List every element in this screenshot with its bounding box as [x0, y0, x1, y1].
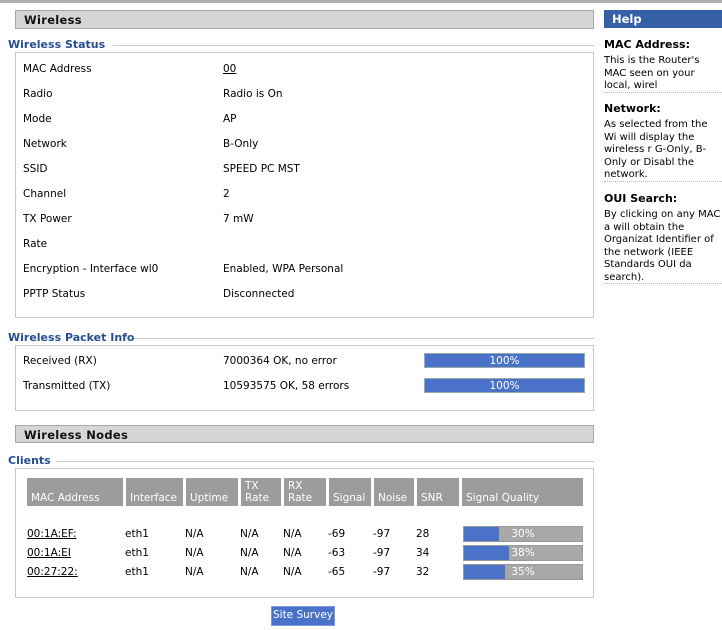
mac-address-link[interactable]: 00	[223, 63, 236, 75]
column-header: MAC Address	[27, 478, 123, 506]
packet-progress-bar: 100%	[424, 378, 585, 393]
client-tx: N/A	[240, 566, 259, 578]
client-mac-link[interactable]: 00:1A:EI	[27, 547, 71, 559]
client-rx: N/A	[283, 528, 302, 540]
client-signal: -69	[328, 528, 346, 540]
client-tx: N/A	[240, 547, 259, 559]
client-iface: eth1	[125, 566, 149, 578]
column-header: Interface	[126, 478, 183, 506]
wireless-status-title: Wireless Status	[8, 38, 106, 51]
help-section: MAC Address: This is the Router's MAC see…	[604, 38, 722, 93]
status-label: SSID	[23, 163, 48, 175]
status-value: 2	[223, 188, 230, 200]
client-noise: -97	[373, 547, 391, 559]
help-title: Network:	[604, 102, 661, 115]
signal-quality-bar: 30%	[463, 526, 583, 542]
client-noise: -97	[373, 566, 391, 578]
client-iface: eth1	[125, 528, 149, 540]
clients-title: Clients	[8, 454, 51, 467]
signal-quality-label: 35%	[511, 566, 535, 578]
status-label: Mode	[23, 113, 52, 125]
column-header: Signal Quality	[462, 478, 583, 506]
signal-quality-label: 38%	[511, 547, 535, 559]
packet-info-title: Wireless Packet Info	[8, 331, 135, 344]
client-iface: eth1	[125, 547, 149, 559]
status-value: B-Only	[223, 138, 259, 150]
help-section: OUI Search: By clicking on any MAC a will…	[604, 192, 722, 284]
help-divider	[604, 181, 722, 182]
site-survey-button[interactable]: Site Survey	[271, 606, 335, 626]
client-tx: N/A	[240, 528, 259, 540]
client-uptime: N/A	[185, 528, 204, 540]
client-snr: 34	[416, 547, 430, 559]
divider	[134, 338, 594, 339]
divider	[113, 45, 594, 46]
packet-value: 10593575 OK, 58 errors	[223, 380, 350, 392]
status-value: Enabled, WPA Personal	[223, 263, 344, 275]
status-label: PPTP Status	[23, 288, 86, 300]
client-uptime: N/A	[185, 566, 204, 578]
divider	[56, 461, 594, 462]
column-header: Signal	[329, 478, 371, 506]
column-header: Uptime	[186, 478, 238, 506]
status-label: Network	[23, 138, 67, 150]
client-snr: 28	[416, 528, 430, 540]
help-divider	[604, 92, 722, 93]
wireless-nodes-header: Wireless Nodes	[15, 425, 594, 443]
help-divider	[604, 283, 722, 284]
signal-quality-bar: 38%	[463, 545, 583, 561]
status-value: 7 mW	[223, 213, 254, 225]
client-noise: -97	[373, 528, 391, 540]
client-mac-link[interactable]: 00:1A:EF:	[27, 528, 77, 540]
help-header: Help	[604, 10, 722, 28]
client-mac-link[interactable]: 00:27:22:	[27, 566, 78, 578]
help-title: MAC Address:	[604, 38, 691, 51]
status-label: Radio	[23, 88, 53, 100]
signal-quality-bar: 35%	[463, 564, 583, 580]
status-value: AP	[223, 113, 237, 125]
wireless-header: Wireless	[15, 10, 594, 29]
status-label: TX Power	[23, 213, 72, 225]
help-section: Network: As selected from the Wi will dis…	[604, 102, 722, 182]
column-header: TX Rate	[241, 478, 281, 506]
help-text: By clicking on any MAC a will obtain the…	[604, 209, 721, 283]
packet-value: 7000364 OK, no error	[223, 355, 337, 367]
status-value: Disconnected	[223, 288, 295, 300]
client-snr: 32	[416, 566, 430, 578]
packet-progress-bar: 100%	[424, 353, 585, 368]
client-rx: N/A	[283, 566, 302, 578]
help-title: OUI Search:	[604, 192, 678, 205]
help-text: This is the Router's MAC seen on your lo…	[604, 55, 700, 91]
wireless-status-box	[15, 52, 594, 318]
signal-quality-label: 30%	[511, 528, 535, 540]
help-text: As selected from the Wi will display the…	[604, 119, 708, 180]
top-divider	[0, 0, 722, 3]
status-value: Radio is On	[223, 88, 283, 100]
client-uptime: N/A	[185, 547, 204, 559]
client-signal: -65	[328, 566, 346, 578]
column-header: RX Rate	[284, 478, 326, 506]
client-signal: -63	[328, 547, 346, 559]
status-label: Encryption - Interface wl0	[23, 263, 159, 275]
column-header: Noise	[374, 478, 414, 506]
column-header: SNR	[417, 478, 459, 506]
status-label: Rate	[23, 238, 48, 250]
status-value: SPEED PC MST	[223, 163, 300, 175]
packet-label: Received (RX)	[23, 355, 97, 367]
status-label: MAC Address	[23, 63, 92, 75]
packet-label: Transmitted (TX)	[23, 380, 111, 392]
client-rx: N/A	[283, 547, 302, 559]
status-label: Channel	[23, 188, 67, 200]
